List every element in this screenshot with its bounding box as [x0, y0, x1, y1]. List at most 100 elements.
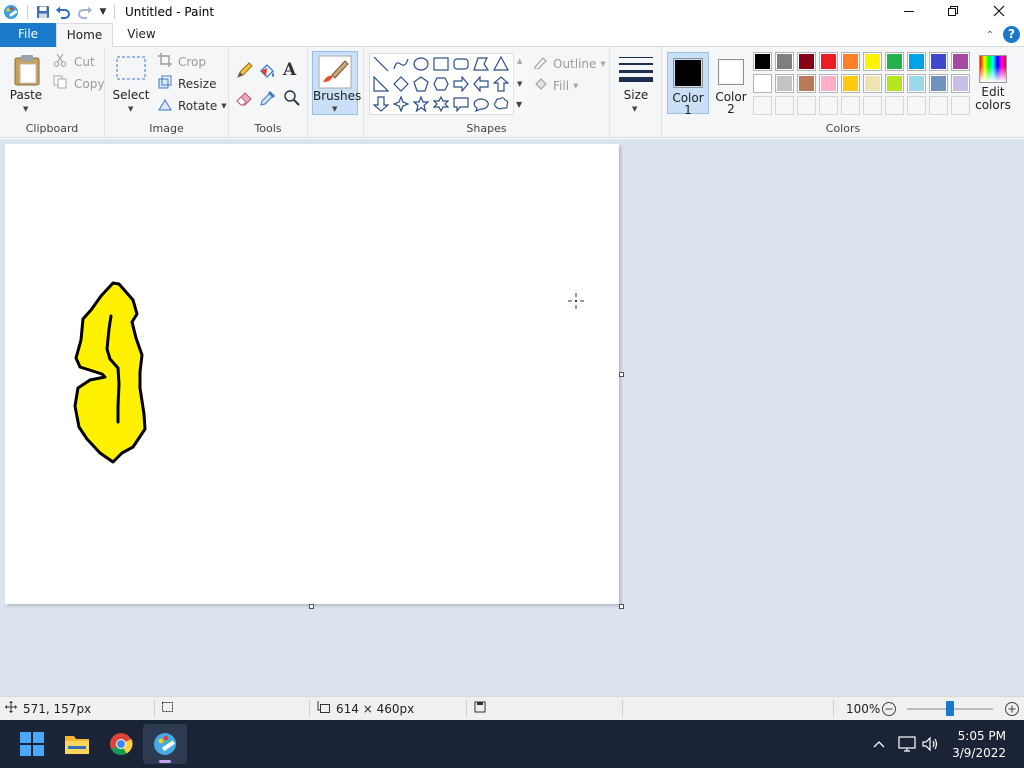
- palette-swatch[interactable]: [863, 74, 882, 93]
- crop-button[interactable]: Crop: [158, 53, 206, 70]
- custom-color-slot[interactable]: [753, 96, 772, 115]
- scroll-down-icon[interactable]: ▼: [517, 80, 522, 88]
- palette-swatch[interactable]: [797, 74, 816, 93]
- resize-handle-corner[interactable]: [619, 604, 624, 609]
- tab-file[interactable]: File: [0, 23, 56, 47]
- save-icon[interactable]: [34, 0, 52, 24]
- system-clock[interactable]: 5:05 PM 3/9/2022: [952, 728, 1006, 762]
- resize-handle-bottom[interactable]: [309, 604, 314, 609]
- maximize-button[interactable]: [930, 0, 976, 24]
- fill-button[interactable]: Fill ▼: [533, 77, 578, 94]
- size-button[interactable]: Size ▼: [616, 51, 656, 113]
- fill-bucket-icon[interactable]: [258, 62, 276, 83]
- palette-swatch[interactable]: [841, 74, 860, 93]
- palette-swatch[interactable]: [907, 52, 926, 71]
- five-point-star-shape-icon[interactable]: [412, 95, 430, 113]
- custom-color-slot[interactable]: [797, 96, 816, 115]
- edit-colors-button[interactable]: Edit colors: [973, 51, 1013, 115]
- color2-button[interactable]: Color 2: [710, 52, 752, 115]
- palette-swatch[interactable]: [885, 74, 904, 93]
- palette-swatch[interactable]: [929, 74, 948, 93]
- palette-swatch[interactable]: [885, 52, 904, 71]
- minimize-button[interactable]: [886, 0, 932, 24]
- color1-button[interactable]: Color 1: [667, 52, 709, 116]
- cut-button[interactable]: Cut: [53, 53, 95, 70]
- zoom-out-icon[interactable]: [881, 701, 897, 720]
- palette-swatch[interactable]: [775, 52, 794, 71]
- oval-callout-shape-icon[interactable]: [472, 95, 490, 113]
- text-tool-icon[interactable]: A: [283, 60, 296, 80]
- pencil-icon[interactable]: [235, 62, 253, 83]
- undo-icon[interactable]: [52, 0, 74, 24]
- palette-swatch[interactable]: [819, 74, 838, 93]
- palette-swatch[interactable]: [951, 74, 970, 93]
- eraser-icon[interactable]: [235, 89, 253, 110]
- color-picker-icon[interactable]: [259, 89, 277, 110]
- curve-shape-icon[interactable]: [392, 55, 410, 73]
- paste-button[interactable]: Paste ▼: [7, 51, 45, 113]
- right-arrow-shape-icon[interactable]: [452, 75, 470, 93]
- zoom-in-icon[interactable]: [1004, 701, 1020, 720]
- diamond-shape-icon[interactable]: [392, 75, 410, 93]
- custom-color-slot[interactable]: [885, 96, 904, 115]
- outline-button[interactable]: Outline ▼: [533, 55, 606, 72]
- palette-swatch[interactable]: [775, 74, 794, 93]
- drawing-canvas[interactable]: [5, 144, 619, 604]
- shapes-scrollbar[interactable]: ▲ ▼ ▼: [513, 53, 527, 115]
- up-arrow-shape-icon[interactable]: [492, 75, 510, 93]
- tab-view[interactable]: View: [113, 23, 170, 47]
- brushes-button[interactable]: Brushes ▼: [312, 51, 361, 115]
- pentagon-shape-icon[interactable]: [412, 75, 430, 93]
- palette-swatch[interactable]: [907, 74, 926, 93]
- network-icon[interactable]: [897, 720, 917, 768]
- custom-color-slot[interactable]: [775, 96, 794, 115]
- magnifier-icon[interactable]: [283, 89, 301, 110]
- rectangle-shape-icon[interactable]: [432, 55, 450, 73]
- palette-swatch[interactable]: [841, 52, 860, 71]
- custom-color-slot[interactable]: [929, 96, 948, 115]
- left-arrow-shape-icon[interactable]: [472, 75, 490, 93]
- polygon-shape-icon[interactable]: [472, 55, 490, 73]
- redo-icon[interactable]: [74, 0, 96, 24]
- windows-start-icon[interactable]: [10, 720, 54, 768]
- copy-button[interactable]: Copy: [53, 75, 104, 92]
- show-hidden-icons-icon[interactable]: [870, 720, 888, 768]
- cloud-callout-shape-icon[interactable]: [492, 95, 510, 113]
- close-button[interactable]: [976, 0, 1022, 24]
- select-button[interactable]: Select ▼: [111, 51, 151, 113]
- rounded-rectangle-shape-icon[interactable]: [452, 55, 470, 73]
- line-shape-icon[interactable]: [372, 55, 390, 73]
- palette-swatch[interactable]: [753, 52, 772, 71]
- volume-icon[interactable]: [921, 720, 941, 768]
- down-arrow-shape-icon[interactable]: [372, 95, 390, 113]
- oval-shape-icon[interactable]: [412, 55, 430, 73]
- customize-qat-icon[interactable]: ▼: [96, 0, 110, 24]
- custom-color-slot[interactable]: [841, 96, 860, 115]
- four-point-star-shape-icon[interactable]: [392, 95, 410, 113]
- tab-home[interactable]: Home: [56, 23, 113, 48]
- custom-color-slot[interactable]: [907, 96, 926, 115]
- palette-swatch[interactable]: [819, 52, 838, 71]
- chrome-icon[interactable]: [99, 720, 143, 768]
- custom-color-slot[interactable]: [951, 96, 970, 115]
- palette-swatch[interactable]: [863, 52, 882, 71]
- paint-taskbar-icon[interactable]: [143, 724, 187, 764]
- paint-app-icon[interactable]: [1, 0, 21, 24]
- zoom-slider-thumb[interactable]: [946, 701, 954, 716]
- zoom-slider[interactable]: [907, 701, 993, 716]
- custom-color-slot[interactable]: [819, 96, 838, 115]
- rotate-button[interactable]: Rotate ▼: [158, 97, 227, 114]
- collapse-ribbon-icon[interactable]: ⌃: [986, 30, 994, 41]
- palette-swatch[interactable]: [797, 52, 816, 71]
- palette-swatch[interactable]: [951, 52, 970, 71]
- custom-color-slot[interactable]: [863, 96, 882, 115]
- expand-gallery-icon[interactable]: ▼: [516, 100, 522, 109]
- palette-swatch[interactable]: [753, 74, 772, 93]
- rectangular-callout-shape-icon[interactable]: [452, 95, 470, 113]
- resize-handle-right[interactable]: [619, 372, 624, 377]
- file-explorer-icon[interactable]: [55, 720, 99, 768]
- triangle-shape-icon[interactable]: [492, 55, 510, 73]
- hexagon-shape-icon[interactable]: [432, 75, 450, 93]
- help-icon[interactable]: ?: [1003, 26, 1020, 43]
- six-point-star-shape-icon[interactable]: [432, 95, 450, 113]
